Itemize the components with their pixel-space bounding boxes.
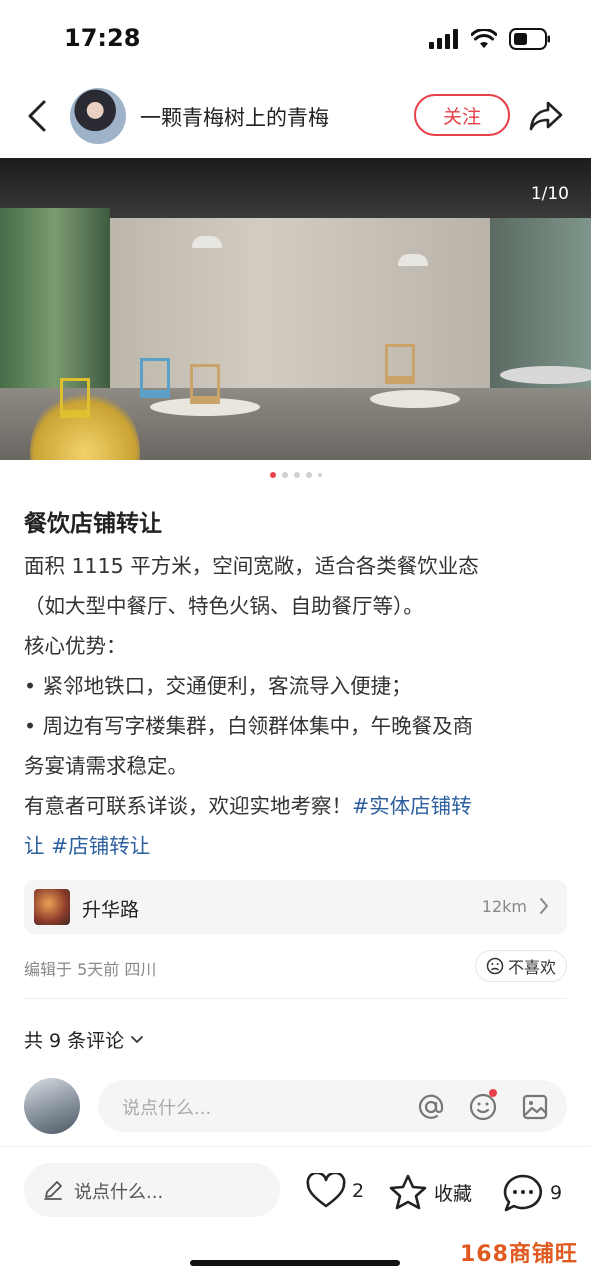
emoji-button[interactable] (468, 1089, 498, 1122)
image-chair (60, 378, 90, 418)
status-icons (429, 28, 551, 50)
post-line: 核心优势： (24, 634, 127, 658)
signal-icon (429, 29, 458, 49)
hashtag-link[interactable]: #实体店铺转 (352, 794, 472, 818)
smiley-icon (469, 1093, 497, 1121)
dislike-label: 不喜欢 (507, 958, 556, 977)
bottom-action-bar: 说点什么... 2 收藏 9 (0, 1146, 591, 1236)
author-name[interactable]: 一颗青梅树上的青梅 (140, 102, 329, 132)
image-table (500, 366, 591, 384)
image-upload-button[interactable] (520, 1092, 550, 1122)
my-avatar[interactable] (24, 1078, 80, 1134)
image-counter: 1/10 (530, 184, 569, 204)
collect-button[interactable]: 收藏 (388, 1173, 472, 1211)
chevron-right-icon (540, 898, 548, 914)
carousel-dot[interactable] (293, 472, 300, 478)
location-distance: 12km (481, 897, 527, 916)
post-body: 面积 1115 平方米，空间宽敞，适合各类餐饮业态 （如大型中餐厅、特色火锅、自… (24, 546, 574, 866)
hashtag-link[interactable]: 让 (24, 834, 45, 858)
image-chair (140, 358, 170, 398)
share-icon (529, 101, 563, 131)
comment-compose-row: 说点什么... (24, 1078, 567, 1134)
comments-button[interactable]: 9 (502, 1173, 562, 1213)
post-image-carousel[interactable]: 1/10 (0, 158, 591, 460)
status-bar: 17:28 (0, 0, 591, 80)
notification-dot (489, 1089, 497, 1097)
post-title: 餐饮店铺转让 (24, 511, 162, 537)
post-meta: 编辑于 5天前 四川 不喜欢 (24, 950, 567, 984)
image-table (370, 390, 460, 408)
location-thumbnail (34, 889, 70, 925)
mention-button[interactable] (416, 1092, 446, 1122)
image-chair (190, 364, 220, 404)
comment-count: 9 (550, 1182, 563, 1204)
comment-bubble-icon (503, 1174, 542, 1212)
carousel-dot-active[interactable] (269, 472, 276, 478)
comment-input-placeholder: 说点什么... (122, 1098, 212, 1119)
post-line-text: 有意者可联系详谈，欢迎实地考察！ (24, 794, 352, 818)
edited-info: 编辑于 5天前 四川 (24, 960, 157, 979)
pencil-icon (44, 1181, 62, 1200)
post-line: 有意者可联系详谈，欢迎实地考察！#实体店铺转 (24, 786, 574, 826)
hashtag-link[interactable]: #店铺转让 (51, 834, 150, 858)
star-icon (389, 1174, 427, 1210)
home-indicator[interactable] (190, 1260, 400, 1266)
post-line: 面积 1115 平方米，空间宽敞，适合各类餐饮业态 (24, 554, 479, 578)
chevron-down-icon (131, 1035, 144, 1043)
frown-face-icon (486, 957, 504, 975)
post-line: 务宴请需求稳定。 (24, 754, 188, 778)
carousel-dot[interactable] (305, 472, 312, 478)
carousel-dots (0, 472, 591, 478)
wifi-icon (471, 29, 497, 48)
chevron-left-icon (28, 100, 46, 132)
author-avatar[interactable] (70, 88, 126, 144)
carousel-dot[interactable] (317, 473, 322, 477)
back-button[interactable] (20, 96, 54, 136)
image-lamp (398, 254, 428, 266)
comment-count-toggle[interactable]: 共 9 条评论 (24, 1026, 144, 1053)
watermark-logo: 168商铺旺 (460, 1242, 578, 1267)
collect-label: 收藏 (434, 1182, 473, 1205)
comment-count-label: 共 9 条评论 (24, 1030, 125, 1052)
image-lamp (192, 236, 222, 248)
battery-icon (509, 28, 550, 50)
location-name: 升华路 (82, 899, 140, 921)
divider (24, 998, 567, 999)
image-icon (522, 1094, 548, 1120)
carousel-dot[interactable] (281, 472, 288, 478)
comment-input[interactable]: 说点什么... (98, 1080, 567, 1132)
at-sign-icon (418, 1094, 444, 1119)
like-button[interactable]: 2 (306, 1173, 364, 1209)
post-line: • 紧邻地铁口，交通便利，客流导入便捷； (24, 674, 412, 698)
post-line: 让 #店铺转让 (24, 826, 574, 866)
image-chair (385, 344, 415, 384)
status-time: 17:28 (64, 24, 141, 52)
bottom-input-placeholder: 说点什么... (74, 1182, 164, 1203)
post-header: 一颗青梅树上的青梅 关注 (0, 82, 591, 150)
heart-icon (306, 1173, 346, 1208)
dislike-button[interactable]: 不喜欢 (474, 950, 567, 982)
bottom-comment-input[interactable]: 说点什么... (24, 1163, 280, 1217)
post-line: （如大型中餐厅、特色火锅、自助餐厅等）。 (24, 594, 424, 618)
like-count: 2 (352, 1180, 365, 1202)
location-card[interactable]: 升华路 12km (24, 880, 567, 934)
share-button[interactable] (526, 96, 566, 136)
post-line: • 周边有写字楼集群，白领群体集中，午晚餐及商 (24, 714, 474, 738)
follow-button[interactable]: 关注 (414, 94, 510, 136)
